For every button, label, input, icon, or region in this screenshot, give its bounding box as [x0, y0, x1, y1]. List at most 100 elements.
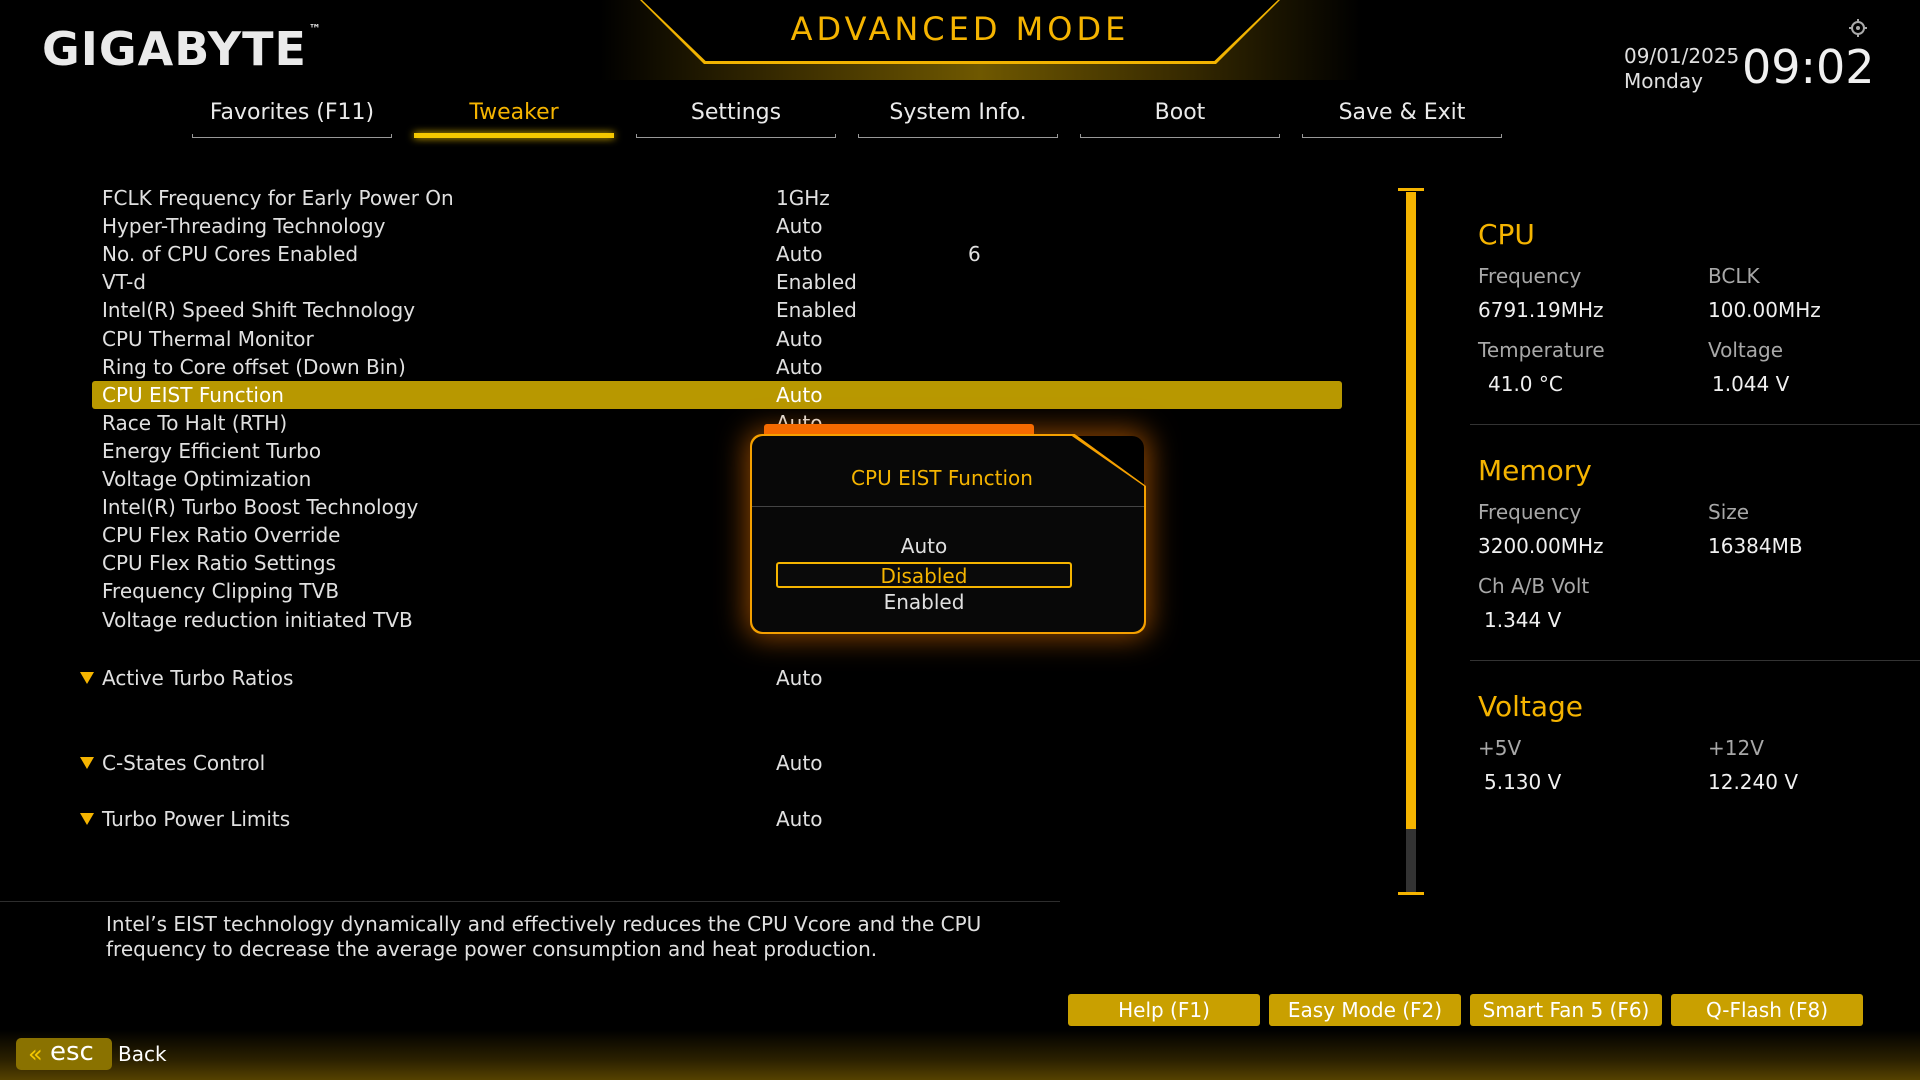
scrollbar-cap-top [1398, 188, 1424, 191]
tab-underline [1302, 134, 1502, 138]
setting-value: Auto [776, 327, 823, 351]
submenu-row[interactable]: Active Turbo Ratios Auto [80, 664, 1342, 692]
memory-frequency-label: Frequency [1478, 500, 1582, 524]
tab-label: Save & Exit [1338, 100, 1466, 125]
setting-row[interactable]: Intel(R) Speed Shift Technology Enabled [92, 296, 1342, 324]
setting-label: CPU Thermal Monitor [102, 327, 314, 351]
back-label: Back [118, 1042, 167, 1066]
setting-value: Auto [776, 214, 823, 238]
tab-label: Tweaker [469, 100, 559, 125]
setting-label: Voltage reduction initiated TVB [102, 608, 413, 632]
tab-underline [414, 133, 614, 138]
memory-section-title: Memory [1478, 454, 1592, 487]
voltage-12v-label: +12V [1708, 736, 1764, 760]
setting-row[interactable]: Voltage OptimizationAuto [92, 465, 1342, 493]
setting-row[interactable]: CPU Thermal Monitor Auto [92, 325, 1342, 353]
tab-boot[interactable]: Boot [1080, 98, 1280, 138]
setting-extra-value: 6 [968, 242, 981, 266]
setting-label: Intel(R) Turbo Boost Technology [102, 495, 419, 519]
submenu-value: Auto [776, 807, 823, 831]
setting-label: FCLK Frequency for Early Power On [102, 186, 454, 210]
triangle-down-icon [80, 672, 94, 684]
setting-label: VT-d [102, 270, 146, 294]
dialog-accent-tab [764, 424, 1034, 434]
setting-label: CPU EIST Function [102, 383, 284, 407]
setting-row[interactable]: CPU EIST Function Auto [92, 381, 1342, 409]
dialog-title: CPU EIST Function [851, 466, 1033, 490]
setting-row[interactable]: Ring to Core offset (Down Bin) Auto [92, 353, 1342, 381]
tab-system-info[interactable]: System Info. [858, 98, 1058, 138]
submenu-value: Auto [776, 666, 823, 690]
setting-value: 1GHz [776, 186, 830, 210]
q-flash-f8-button[interactable]: Q-Flash (F8) [1671, 994, 1863, 1026]
memory-ch-volt-label: Ch A/B Volt [1478, 574, 1590, 598]
setting-row[interactable]: VT-d Enabled [92, 268, 1342, 296]
setting-row[interactable]: CPU Flex Ratio OverrideDisabled [92, 521, 1342, 549]
submenu-row[interactable]: Turbo Power Limits Auto [80, 805, 1342, 833]
tab-settings[interactable]: Settings [636, 98, 836, 138]
smart-fan-5-f6-button[interactable]: Smart Fan 5 (F6) [1470, 994, 1662, 1026]
setting-label: Ring to Core offset (Down Bin) [102, 355, 406, 379]
easy-mode-f2-button[interactable]: Easy Mode (F2) [1269, 994, 1461, 1026]
tab-tweaker[interactable]: Tweaker [414, 98, 614, 138]
cpu-section-title: CPU [1478, 218, 1535, 251]
help-description: Intel’s EIST technology dynamically and … [106, 912, 982, 961]
tab-underline [858, 134, 1058, 138]
setting-row[interactable]: CPU Flex Ratio SettingsAuto [92, 549, 1342, 577]
setting-label: CPU Flex Ratio Override [102, 523, 341, 547]
cpu-temperature-value: 41.0 °C [1488, 372, 1563, 396]
cpu-bclk-value: 100.00MHz [1708, 298, 1821, 322]
brand-logo: GIGABYTE ™ [42, 22, 322, 76]
voltage-section-title: Voltage [1478, 690, 1584, 723]
submenu-label: C-States Control [102, 751, 266, 775]
setting-value: Enabled [776, 298, 857, 322]
setting-label: Energy Efficient Turbo [102, 439, 322, 463]
scrollbar-thumb[interactable] [1406, 192, 1416, 829]
tab-save-exit[interactable]: Save & Exit [1302, 98, 1502, 138]
setting-label: Hyper-Threading Technology [102, 214, 386, 238]
submenu-row[interactable]: C-States Control Auto [80, 749, 1342, 777]
setting-row[interactable]: Hyper-Threading Technology Auto [92, 212, 1342, 240]
brand-name: GIGABYTE [42, 22, 307, 76]
cpu-voltage-label: Voltage [1708, 338, 1784, 362]
submenu-label: Turbo Power Limits [102, 807, 291, 831]
setting-row[interactable]: No. of CPU Cores Enabled Auto 6 [92, 240, 1342, 268]
cpu-frequency-label: Frequency [1478, 264, 1582, 288]
info-separator [1470, 424, 1920, 425]
setting-label: Frequency Clipping TVB [102, 579, 340, 603]
memory-frequency-value: 3200.00MHz [1478, 534, 1604, 558]
memory-size-label: Size [1708, 500, 1750, 524]
setting-row[interactable]: Voltage reduction initiated TVBAuto [92, 606, 1342, 634]
voltage-12v-value: 12.240 V [1708, 770, 1799, 794]
setting-row[interactable]: FCLK Frequency for Early Power On 1GHz [92, 184, 1342, 212]
tab-underline [192, 134, 392, 138]
setting-row[interactable]: Intel(R) Turbo Boost TechnologyAuto [92, 493, 1342, 521]
setting-row[interactable]: Energy Efficient TurboAuto [92, 437, 1342, 465]
clock-display: 09:02 [1742, 40, 1875, 94]
setting-row[interactable]: Frequency Clipping TVBAuto [92, 577, 1342, 605]
cpu-bclk-label: BCLK [1708, 264, 1760, 288]
gear-icon[interactable] [1848, 18, 1868, 38]
help-f1-button[interactable]: Help (F1) [1068, 994, 1260, 1026]
double-chevron-left-icon: « [28, 1040, 43, 1068]
tab-underline [636, 134, 836, 138]
day-text: Monday [1624, 69, 1703, 93]
memory-size-value: 16384MB [1708, 534, 1803, 558]
tab-label: System Info. [889, 100, 1027, 125]
voltage-5v-value: 5.130 V [1484, 770, 1562, 794]
dialog-divider [752, 506, 1144, 507]
info-separator [1470, 660, 1920, 661]
tab-favorites-f11[interactable]: Favorites (F11) [192, 98, 392, 138]
dialog-option-disabled[interactable]: Disabled [776, 562, 1072, 588]
dialog-option-auto[interactable]: Auto [776, 534, 1072, 560]
footer-glow [0, 1030, 1920, 1080]
setting-label: CPU Flex Ratio Settings [102, 551, 336, 575]
esc-key-label: esc [50, 1037, 94, 1067]
mode-title: ADVANCED MODE [790, 10, 1130, 48]
date-text: 09/01/2025 [1624, 44, 1740, 68]
esc-button[interactable]: « esc [16, 1037, 112, 1070]
submenu-value: Auto [776, 751, 823, 775]
scrollbar-cap-bottom [1398, 892, 1424, 895]
setting-row[interactable]: Race To Halt (RTH) Auto [92, 409, 1342, 437]
dialog-option-enabled[interactable]: Enabled [776, 590, 1072, 616]
